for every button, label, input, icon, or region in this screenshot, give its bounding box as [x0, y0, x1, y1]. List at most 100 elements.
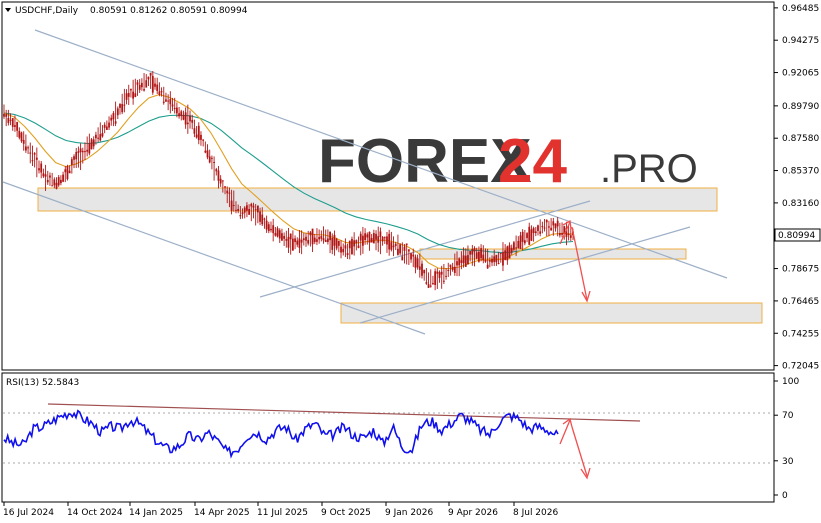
candle	[53, 177, 56, 189]
candle	[346, 243, 349, 260]
candle	[309, 231, 312, 247]
candle	[267, 221, 270, 234]
candle	[278, 228, 281, 243]
candle	[46, 170, 49, 185]
price-axis[interactable]: 0.96485 0.94275 0.92065 0.89790 0.87580 0.853…	[774, 4, 819, 372]
candle	[526, 232, 528, 243]
candle	[372, 229, 375, 244]
candle	[114, 101, 117, 127]
candle	[340, 240, 342, 259]
candle	[119, 103, 121, 115]
rsi-tick-label: 30	[782, 457, 794, 467]
candle	[101, 125, 104, 138]
candle	[204, 141, 207, 154]
candle	[561, 222, 563, 238]
candle	[351, 236, 353, 255]
candle	[337, 240, 340, 253]
price-tick-label: 0.74255	[782, 329, 819, 339]
chart-header: USDCHF,Daily 0.80591 0.81262 0.80591 0.8…	[5, 6, 248, 16]
price-tick-label: 0.87580	[782, 134, 819, 144]
rsi-line	[3, 409, 559, 459]
candle	[86, 136, 89, 157]
candle	[84, 142, 86, 161]
candle	[414, 254, 417, 274]
candle	[438, 270, 441, 283]
candle	[534, 226, 537, 237]
candle	[442, 264, 445, 285]
price-tick-label: 0.89790	[782, 102, 819, 112]
candle	[532, 226, 535, 242]
candle	[355, 239, 358, 251]
candle	[342, 243, 345, 256]
candle	[7, 109, 10, 126]
rsi-layer	[3, 409, 559, 459]
candle	[348, 240, 351, 260]
price-tick-label: 0.83160	[782, 199, 819, 209]
candle	[274, 226, 277, 237]
candle	[208, 149, 211, 164]
candle	[388, 229, 391, 256]
candle	[265, 215, 268, 233]
svg-text:24: 24	[498, 127, 567, 196]
candle	[311, 228, 314, 252]
candle	[180, 109, 183, 121]
candle	[182, 110, 185, 121]
candle	[140, 78, 143, 91]
candle	[103, 122, 106, 134]
candle	[68, 165, 71, 174]
candle	[434, 268, 437, 291]
candle	[5, 109, 8, 127]
candle	[427, 272, 430, 289]
chart-canvas[interactable]: FOREX 24 .PRO 0.96485 0.94275 0.92065 0.897…	[0, 0, 821, 523]
candle	[335, 237, 338, 251]
price-tick-label: 0.72045	[782, 362, 819, 372]
candle	[184, 107, 187, 129]
candle	[200, 131, 202, 146]
candle	[33, 152, 36, 168]
candle	[495, 254, 498, 266]
candle	[11, 118, 14, 131]
candle	[88, 133, 91, 156]
candle	[243, 206, 246, 219]
candle	[24, 134, 27, 153]
candle	[300, 230, 303, 255]
support-zone	[340, 302, 763, 324]
candle	[296, 237, 299, 248]
candle	[138, 79, 141, 93]
candle	[377, 226, 380, 252]
candle	[429, 269, 432, 288]
candle	[112, 111, 115, 127]
candle	[436, 268, 439, 289]
time-tick-label: 14 Apr 2025	[194, 508, 250, 518]
candle	[186, 104, 189, 134]
chart-window: FOREX 24 .PRO 0.96485 0.94275 0.92065 0.897…	[0, 0, 821, 523]
candle	[276, 226, 279, 238]
candle	[158, 82, 161, 97]
candle	[22, 131, 25, 151]
candle	[42, 168, 45, 178]
rsi-axis[interactable]: 100 70 30 0	[774, 377, 799, 501]
candle	[169, 91, 172, 114]
candle	[537, 224, 539, 236]
forex24-logo: FOREX 24 .PRO	[318, 127, 698, 196]
candle	[55, 177, 58, 190]
candle	[287, 228, 290, 253]
price-tick-label: 0.76465	[782, 297, 819, 307]
candle	[416, 254, 419, 270]
candle	[272, 218, 275, 242]
candle	[519, 231, 522, 250]
collapse-triangle-icon	[5, 8, 11, 12]
time-tick-label: 9 Apr 2026	[448, 508, 498, 518]
candle	[291, 230, 294, 251]
candle	[20, 131, 23, 143]
candle	[136, 79, 139, 96]
candle	[381, 236, 384, 246]
candle	[16, 121, 19, 137]
time-tick-label: 8 Jul 2026	[513, 508, 558, 518]
time-axis[interactable]: 16 Jul 2024 14 Oct 2024 14 Jan 2025 14 Apr …	[3, 502, 558, 518]
candle	[60, 175, 62, 186]
candle	[29, 142, 32, 164]
candle	[202, 139, 205, 147]
candle	[44, 164, 47, 192]
candle	[123, 88, 126, 113]
